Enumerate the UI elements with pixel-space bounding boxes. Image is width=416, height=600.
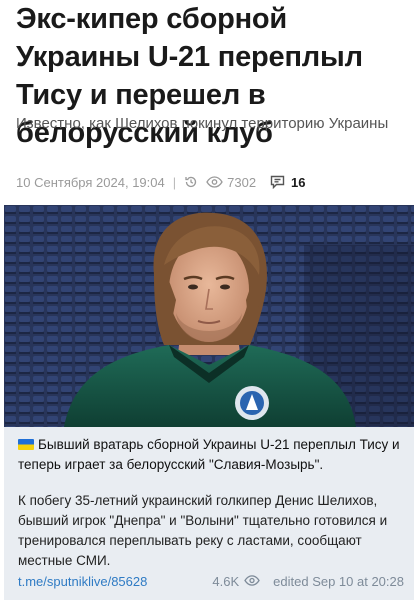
article-meta: 10 Сентября 2024, 19:04 | 7302 16 [16,172,306,192]
views-counter: 7302 [206,175,256,190]
post-headline-text: Бывший вратарь сборной Украины U-21 пере… [18,437,400,472]
views-count: 7302 [227,174,257,190]
article-photo[interactable] [4,205,414,427]
eye-icon [244,574,260,589]
article-date: 10 Сентября 2024, 19:04 [16,174,165,190]
meta-divider: | [172,174,177,190]
post-views-count: 4.6K [212,573,240,589]
comments-counter[interactable]: 16 [270,174,306,190]
telegram-post: Бывший вратарь сборной Украины U-21 пере… [4,427,414,600]
post-stats: 4.6K edited Sep 10 at 20:28 [212,574,404,589]
history-icon[interactable] [184,175,198,189]
eye-icon [206,176,223,188]
post-edited-timestamp: edited Sep 10 at 20:28 [273,573,404,589]
comments-count: 16 [291,174,306,190]
post-link[interactable]: t.me/sputniklive/85628 [18,574,147,589]
article-subtitle: Известно, как Шелихов покинул территорию… [16,115,389,132]
post-headline: Бывший вратарь сборной Украины U-21 пере… [18,435,404,475]
comment-icon [270,175,285,189]
ukraine-flag-icon [18,439,34,450]
post-footer: t.me/sputniklive/85628 4.6K edited Sep 1… [18,571,404,591]
post-body: К побегу 35-летний украинский голкипер Д… [18,493,388,568]
